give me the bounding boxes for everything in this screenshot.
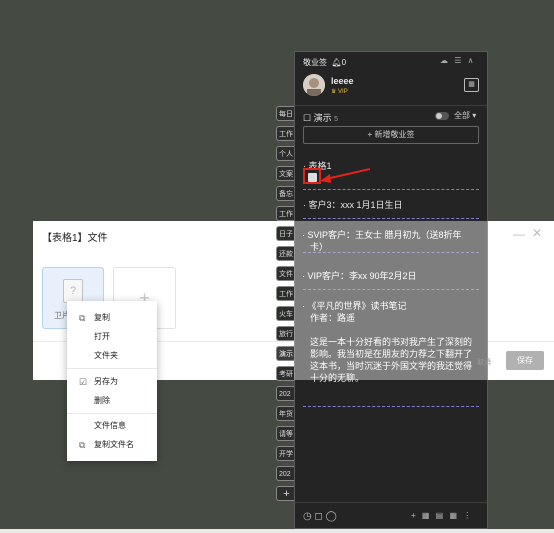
add-tab-button[interactable]: + <box>276 486 296 501</box>
divider <box>295 105 487 106</box>
save-button[interactable]: 保存 <box>506 351 544 370</box>
panel-header: 敬业签 🔔︎0 <box>303 57 346 68</box>
menu-label: 另存为 <box>94 377 118 386</box>
context-menu: ⧉ 复制 打开 文件夹 ☑ 另存为 删除 文件信息 ⧉ 复制文件名 <box>67 301 157 461</box>
dialog-title: 【表格1】文件 <box>42 233 108 244</box>
bell-icon[interactable]: 🔔︎ <box>329 58 341 67</box>
header-icons[interactable]: ☁ ☰ ∧ <box>440 56 475 65</box>
calendar-icon[interactable]: ▦ <box>464 78 479 92</box>
note-text: 影响。我当初是在朋友的力荐之下翻开了 <box>310 349 473 359</box>
menu-item-copy-filename[interactable]: ⧉ 复制文件名 <box>67 436 157 454</box>
side-tab[interactable]: 文案 <box>276 166 296 181</box>
side-tab[interactable]: 请等 <box>276 426 296 441</box>
side-tab[interactable]: 考研 <box>276 366 296 381</box>
note-item-2[interactable]: · 客户3：xxx 1月1日生日 <box>303 198 403 211</box>
note-text: 客户3：xxx 1月1日生日 <box>308 200 403 210</box>
minimize-icon[interactable]: — <box>513 227 525 241</box>
side-tab[interactable]: 年货 <box>276 406 296 421</box>
group-title: ☐ 演示 5 <box>303 111 338 124</box>
group-count: 5 <box>334 116 339 123</box>
note-separator <box>303 406 479 407</box>
toggle-switch[interactable] <box>435 112 449 120</box>
menu-label: 打开 <box>94 332 110 341</box>
side-tab[interactable]: 工作 <box>276 286 296 301</box>
menu-item-save-as[interactable]: ☑ 另存为 <box>67 373 157 391</box>
note-line: · 《平凡的世界》读书笔记 <box>302 301 407 311</box>
menu-label: 文件信息 <box>94 421 126 430</box>
note-text: SVIP客户：王女士 腊月初九（送8折年 <box>307 230 462 240</box>
app-title: 敬业签 <box>303 58 327 67</box>
note-text: 《平凡的世界》读书笔记 <box>307 301 407 311</box>
background-strip <box>0 529 554 533</box>
group-name: 演示 <box>313 113 332 123</box>
side-tab[interactable]: 202 <box>276 386 296 401</box>
note-item-4[interactable]: · VIP客户：李xx 90年2月2日 <box>302 269 417 282</box>
filter-label: 全部 <box>454 111 470 120</box>
menu-label: 复制文件名 <box>94 440 134 449</box>
side-tab[interactable]: 工作 <box>276 206 296 221</box>
username: leeee <box>331 76 354 86</box>
cancel-button[interactable]: 取消 <box>477 357 491 367</box>
side-tab[interactable]: 火车 <box>276 306 296 321</box>
new-note-button[interactable]: + 新增敬业签 <box>303 126 479 144</box>
note-item-5[interactable]: · 《平凡的世界》读书笔记 作者：路遥 这是一本十分好看的书对我产生了深刻的 影… <box>302 300 472 384</box>
side-tab[interactable]: 每日 <box>276 106 296 121</box>
side-tab[interactable]: 还款 <box>276 246 296 261</box>
note-text: 作者：路遥 <box>310 313 356 323</box>
note-text: 这是一本十分好看的书对我产生了深刻的 <box>310 337 473 347</box>
side-tab[interactable]: 旅行 <box>276 326 296 341</box>
copy-icon: ⧉ <box>79 313 86 323</box>
side-tab[interactable]: 开学 <box>276 446 296 461</box>
note-text: 这本书，当时沉迷于外国文学的我还觉得 <box>310 361 473 371</box>
note-text: 卡） <box>310 242 329 252</box>
side-tab[interactable]: 备忘 <box>276 186 296 201</box>
vip-badge: ♛ VIP <box>331 89 348 95</box>
side-tab-active[interactable]: 演示 <box>276 346 296 361</box>
divider <box>295 502 487 503</box>
bottom-toolbar-left[interactable]: ◷ ◻ ◯ <box>303 511 337 522</box>
menu-item-delete[interactable]: 删除 <box>67 392 157 410</box>
vip-label: VIP <box>338 89 348 95</box>
file-icon: ? <box>63 279 83 303</box>
copy-icon: ⧉ <box>79 440 86 450</box>
notification-count: 0 <box>341 58 347 67</box>
note-separator <box>303 218 479 219</box>
menu-label: 文件夹 <box>94 351 118 360</box>
side-tab[interactable]: 日子 <box>276 226 296 241</box>
menu-item-copy[interactable]: ⧉ 复制 <box>67 309 157 327</box>
note-separator <box>303 189 479 190</box>
side-tab[interactable]: 工作 <box>276 126 296 141</box>
note-text: 十分的无聊。 <box>310 373 365 383</box>
menu-item-folder[interactable]: 文件夹 <box>67 347 157 365</box>
arrow-icon <box>320 168 371 183</box>
toggle-knob <box>436 113 442 119</box>
menu-item-open[interactable]: 打开 <box>67 328 157 346</box>
side-tab[interactable]: 文件 <box>276 266 296 281</box>
note-item-3[interactable]: · SVIP客户：王女士 腊月初九（送8折年 卡） <box>302 229 462 253</box>
save-as-icon: ☑ <box>79 377 88 387</box>
menu-item-file-info[interactable]: 文件信息 <box>67 417 157 435</box>
menu-label: 复制 <box>94 313 110 322</box>
menu-label: 删除 <box>94 396 110 405</box>
side-tab[interactable]: 个人 <box>276 146 296 161</box>
menu-separator <box>67 413 157 414</box>
note-text: VIP客户：李xx 90年2月2日 <box>307 271 417 281</box>
avatar-image <box>303 74 325 96</box>
filter-all-dropdown[interactable]: 全部 ▾ <box>454 110 476 121</box>
side-tab[interactable]: 202 <box>276 466 296 481</box>
avatar[interactable] <box>303 74 325 96</box>
bottom-toolbar-right[interactable]: + ▦ ▤ ▦ ⋮ <box>411 511 473 520</box>
menu-separator <box>67 368 157 369</box>
note-icon: ☐ <box>303 113 312 123</box>
note-line: · SVIP客户：王女士 腊月初九（送8折年 <box>302 230 462 240</box>
close-icon[interactable]: ✕ <box>532 226 542 240</box>
